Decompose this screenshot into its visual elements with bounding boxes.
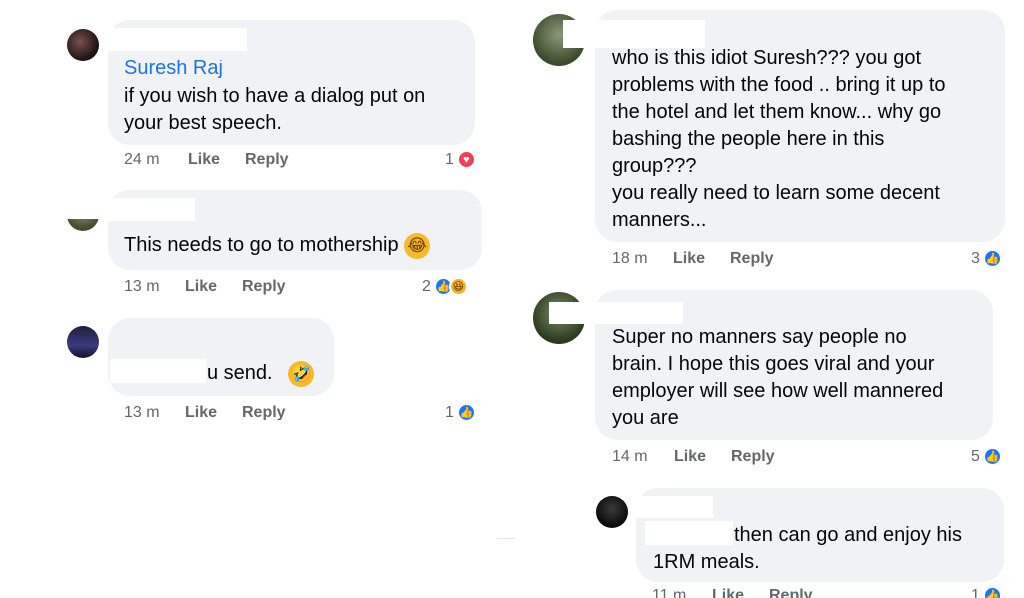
- redacted-author-name: [108, 321, 186, 339]
- reply-button[interactable]: Reply: [245, 151, 289, 169]
- reaction-count: 1: [445, 150, 454, 168]
- comment-text-line: manners...: [612, 209, 707, 231]
- reaction-summary[interactable]: 1 ♥: [445, 150, 476, 169]
- heart-icon: ♥: [456, 150, 476, 169]
- reaction-summary[interactable]: 1 👍: [971, 586, 1002, 598]
- comment-text-line: u send. 🤣: [207, 360, 315, 387]
- like-button[interactable]: Like: [674, 448, 706, 466]
- redacted-author-name: [549, 302, 683, 324]
- redacted-mention: [645, 521, 733, 545]
- reply-button[interactable]: Reply: [242, 278, 286, 296]
- divider: [497, 538, 515, 539]
- reaction-count: 1: [971, 586, 980, 598]
- thumbs-up-icon: 👍: [456, 403, 476, 420]
- comment-text: This needs to go to mothership: [124, 234, 399, 256]
- redacted-author-name: [100, 198, 195, 221]
- reaction-summary[interactable]: 5 👍: [971, 447, 1002, 466]
- reaction-count: 2: [422, 277, 431, 295]
- redacted-mention: [110, 359, 206, 383]
- thumbs-up-icon: 👍: [982, 249, 1002, 268]
- comment-text-line: This needs to go to mothership 😂: [124, 232, 431, 259]
- timestamp[interactable]: 24 m: [124, 151, 160, 169]
- comment-text-line: you are: [612, 407, 679, 429]
- comment-text-line: 1RM meals.: [653, 551, 760, 573]
- timestamp[interactable]: 11 m: [652, 587, 686, 598]
- timestamp[interactable]: 14 m: [612, 448, 648, 466]
- comment-text-line: who is this idiot Suresh??? you got: [612, 47, 922, 69]
- tears-of-joy-emoji-icon: 😂: [404, 232, 431, 259]
- like-button[interactable]: Like: [185, 278, 217, 296]
- reaction-summary[interactable]: 3 👍: [971, 249, 1002, 268]
- panel-gap: [497, 0, 515, 598]
- comment-text-line: group???: [612, 155, 697, 177]
- redacted-author-name: [100, 28, 247, 51]
- comment-text-line: Super no manners say people no: [612, 326, 907, 348]
- comment-text-line: the hotel and let them know... why go: [612, 101, 942, 123]
- timestamp[interactable]: 13 m: [124, 278, 160, 296]
- like-button[interactable]: Like: [188, 151, 220, 169]
- comment-text-line: if you wish to have a dialog put on: [124, 85, 426, 107]
- reaction-count: 1: [445, 403, 454, 421]
- reaction-count: 3: [971, 249, 980, 267]
- reply-button[interactable]: Reply: [242, 404, 286, 420]
- timestamp[interactable]: 18 m: [612, 250, 648, 268]
- comment-text-line: your best speech.: [124, 112, 282, 134]
- right-comment-thread: who is this idiot Suresh??? you got prob…: [515, 0, 1024, 598]
- redacted-author-name: [563, 20, 705, 48]
- redacted-author-name: [633, 496, 713, 518]
- laughing-face-icon: 😆: [448, 277, 468, 296]
- comment-text-line: bashing the people here in this: [612, 128, 885, 150]
- avatar[interactable]: [67, 219, 99, 231]
- timestamp[interactable]: 13 m: [124, 404, 160, 420]
- reply-button[interactable]: Reply: [769, 587, 813, 598]
- comment-text-line: employer will see how well mannered: [612, 380, 944, 402]
- thumbs-up-icon: 👍: [982, 586, 1002, 598]
- left-comment-thread: Suresh Raj if you wish to have a dialog …: [0, 0, 497, 420]
- reply-button[interactable]: Reply: [730, 250, 774, 268]
- like-button[interactable]: Like: [712, 587, 744, 598]
- comment-text-line: brain. I hope this goes viral and your: [612, 353, 935, 375]
- comment-text-line: problems with the food .. bring it up to: [612, 74, 946, 96]
- reaction-count: 5: [971, 447, 980, 465]
- like-button[interactable]: Like: [673, 250, 705, 268]
- reaction-summary[interactable]: 1 👍: [445, 403, 476, 420]
- thumbs-up-icon: 👍: [982, 447, 1002, 466]
- comment-text-line: you really need to learn some decent: [612, 182, 940, 204]
- reply-button[interactable]: Reply: [731, 448, 775, 466]
- comment-text: u send.: [207, 362, 273, 384]
- avatar[interactable]: [596, 496, 628, 528]
- comment-text-line: then can go and enjoy his: [734, 524, 962, 546]
- rolling-on-floor-laughing-emoji-icon: 🤣: [288, 360, 315, 387]
- like-button[interactable]: Like: [185, 404, 217, 420]
- avatar[interactable]: [67, 326, 99, 358]
- avatar[interactable]: [67, 29, 99, 61]
- reaction-summary[interactable]: 2 👍 😆: [422, 277, 468, 296]
